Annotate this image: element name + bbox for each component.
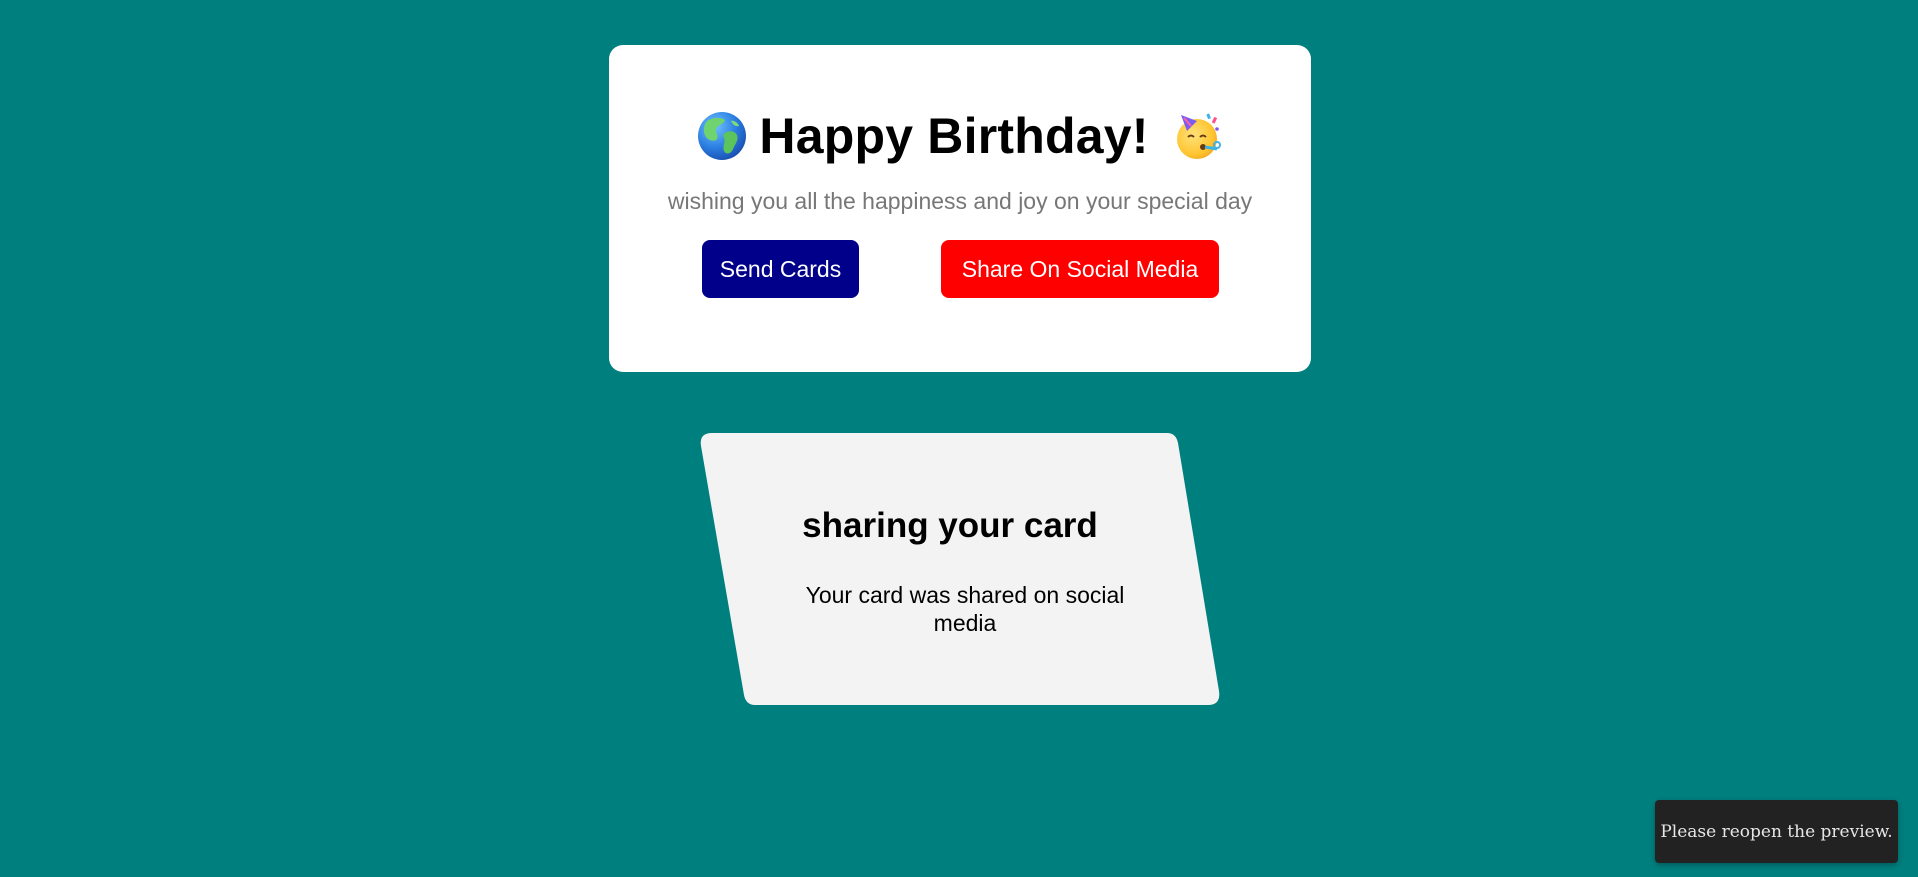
share-notice-card: sharing your card Your card was shared o… bbox=[700, 433, 1220, 705]
globe-icon bbox=[698, 112, 747, 160]
card-subtitle: wishing you all the happiness and joy on… bbox=[667, 188, 1253, 214]
party-face-icon bbox=[1176, 113, 1221, 159]
notice-title: sharing your card bbox=[802, 506, 1098, 545]
birthday-card: Happy Birthday! wishing you all the happ… bbox=[609, 45, 1311, 372]
notice-message: Your card was shared on social media bbox=[805, 582, 1125, 636]
preview-toast: Please reopen the preview. bbox=[1655, 800, 1898, 863]
send-cards-button[interactable]: Send Cards bbox=[702, 240, 859, 298]
card-title: Happy Birthday! bbox=[759, 108, 1149, 164]
share-social-media-button[interactable]: Share On Social Media bbox=[941, 240, 1219, 298]
notice-card-background bbox=[700, 433, 1220, 705]
card-title-row: Happy Birthday! bbox=[609, 101, 1311, 171]
